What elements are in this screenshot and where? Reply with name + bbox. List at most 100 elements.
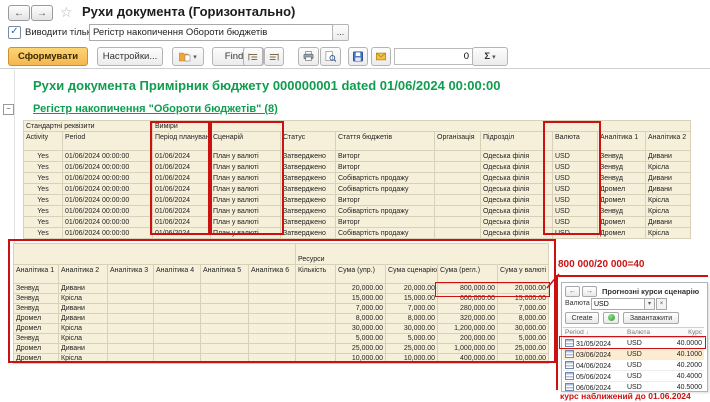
group-header-standard: Стандартні реквізити: [24, 121, 153, 132]
table-cell: 40.2000: [663, 360, 704, 371]
forward-button[interactable]: →: [582, 286, 597, 297]
currency-input[interactable]: [591, 298, 647, 310]
table-cell: 25,000.00: [386, 344, 438, 354]
table-cell: Одеська філія: [481, 151, 553, 162]
refresh-button[interactable]: [603, 312, 619, 324]
table-cell: Дромел: [598, 228, 646, 239]
preview-icon[interactable]: [320, 47, 341, 66]
generate-button[interactable]: Сформувати: [8, 47, 88, 66]
table-cell: 40.0000: [663, 338, 704, 349]
res-col-analytics-2: Аналітика 2: [59, 265, 108, 284]
collapse-groups-icon[interactable]: [243, 47, 263, 66]
back-button[interactable]: ←: [565, 286, 580, 297]
save-icon[interactable]: [348, 47, 368, 66]
table-row[interactable]: ЗенвудДивани20,000.0020,000.00800,000.00…: [14, 284, 549, 294]
table-row[interactable]: ДромелДивани25,000.0025,000.001,000,000.…: [14, 344, 549, 354]
back-button[interactable]: ←: [8, 5, 30, 21]
table-row[interactable]: 03/06/2024USD40.1000: [563, 349, 704, 360]
show-only-checkbox[interactable]: ✓: [8, 26, 21, 39]
table-cell: Затверджено: [281, 173, 336, 184]
table-cell: Виторг: [336, 195, 435, 206]
table-cell: 10,000.00: [386, 354, 438, 364]
col-department: Підрозділ: [481, 132, 553, 151]
register-link[interactable]: Регістр накопичення "Обороти бюджетів" (…: [33, 103, 278, 115]
filter-more-button[interactable]: ...: [332, 24, 349, 41]
table-cell: План у валюті: [211, 206, 281, 217]
group-header-resources: Ресурси: [296, 244, 549, 265]
rates-col-rate[interactable]: Курс: [663, 328, 704, 338]
table-cell: USD: [625, 360, 663, 371]
register-rows: Yes01/06/2024 00:00:0001/06/2024План у в…: [24, 151, 691, 239]
table-cell: Собівартість продажу: [336, 228, 435, 239]
table-row[interactable]: ДромелДивани8,000.008,000.00320,000.008,…: [14, 314, 549, 324]
window-title: Рухи документа (Горизонтально): [82, 4, 295, 19]
settings-button[interactable]: Настройки...: [97, 47, 163, 66]
table-row[interactable]: ЗенвудДивани7,000.007,000.00280,000.007,…: [14, 304, 549, 314]
rates-rows: 31/05/2024USD40.000003/06/2024USD40.1000…: [563, 338, 704, 393]
resources-table: Ресурси Аналітика 1 Аналітика 2 Аналітик…: [13, 243, 549, 364]
table-cell: 01/06/2024 00:00:00: [63, 217, 153, 228]
load-button[interactable]: Завантажити: [623, 312, 679, 324]
table-cell: 7,000.00: [498, 304, 549, 314]
table-row[interactable]: ДромелКрісла10,000.0010,000.00400,000.00…: [14, 354, 549, 364]
table-cell: Дивани: [646, 184, 691, 195]
table-cell: Зенвуд: [598, 173, 646, 184]
table-row[interactable]: ЗенвудКрісла5,000.005,000.00200,000.005,…: [14, 334, 549, 344]
table-row[interactable]: 31/05/2024USD40.0000: [563, 338, 704, 349]
table-row[interactable]: ДромелКрісла30,000.0030,000.001,200,000.…: [14, 324, 549, 334]
table-cell: Зенвуд: [598, 206, 646, 217]
table-row[interactable]: ЗенвудКрісла15,000.0015,000.00600,000.00…: [14, 294, 549, 304]
table-cell: [435, 173, 481, 184]
report-variants-button[interactable]: ▾: [172, 47, 204, 66]
forward-button[interactable]: →: [31, 5, 53, 21]
currency-choose-icon[interactable]: ▾: [644, 298, 655, 310]
create-button[interactable]: Create: [565, 312, 599, 324]
table-cell: 01/06/2024: [153, 173, 211, 184]
table-cell: [249, 304, 296, 314]
table-row[interactable]: Yes01/06/2024 00:00:0001/06/2024План у в…: [24, 206, 691, 217]
table-row[interactable]: Yes01/06/2024 00:00:0001/06/2024План у в…: [24, 217, 691, 228]
table-cell: Одеська філія: [481, 173, 553, 184]
counter-field[interactable]: [394, 48, 474, 65]
expand-groups-icon[interactable]: [264, 47, 284, 66]
table-cell: 7,000.00: [386, 304, 438, 314]
table-cell: USD: [625, 371, 663, 382]
table-cell: Дромел: [14, 344, 59, 354]
table-row[interactable]: Yes01/06/2024 00:00:0001/06/2024План у в…: [24, 151, 691, 162]
currency-clear-icon[interactable]: ×: [656, 298, 667, 310]
table-row[interactable]: Yes01/06/2024 00:00:0001/06/2024План у в…: [24, 228, 691, 239]
table-cell: USD: [553, 151, 598, 162]
table-cell: Yes: [24, 195, 63, 206]
table-row[interactable]: Yes01/06/2024 00:00:0001/06/2024План у в…: [24, 173, 691, 184]
table-row[interactable]: 04/06/2024USD40.2000: [563, 360, 704, 371]
rates-col-currency[interactable]: Валюта: [625, 328, 663, 338]
table-cell: 01/06/2024 00:00:00: [63, 195, 153, 206]
table-cell: Крісла: [646, 228, 691, 239]
toolbar-separator: [0, 68, 710, 69]
table-row[interactable]: Yes01/06/2024 00:00:0001/06/2024План у в…: [24, 162, 691, 173]
sum-button[interactable]: Σ ▾: [472, 47, 508, 66]
table-cell: 04/06/2024: [563, 360, 625, 371]
table-cell: Дромел: [14, 314, 59, 324]
table-cell: USD: [553, 173, 598, 184]
table-cell: 5,000.00: [498, 334, 549, 344]
annotation-line-horizontal: [556, 275, 708, 277]
table-cell: Крісла: [59, 294, 108, 304]
mail-icon[interactable]: [371, 47, 391, 66]
print-icon[interactable]: [298, 47, 319, 66]
table-cell: План у валюті: [211, 173, 281, 184]
table-cell: [435, 228, 481, 239]
res-col-sum-mgmt: Сума (упр.): [336, 265, 386, 284]
table-row[interactable]: Yes01/06/2024 00:00:0001/06/2024План у в…: [24, 184, 691, 195]
table-row[interactable]: 06/06/2024USD40.5000: [563, 382, 704, 393]
table-cell: Собівартість продажу: [336, 184, 435, 195]
table-cell: USD: [553, 195, 598, 206]
favorite-star-icon[interactable]: ☆: [60, 4, 73, 21]
collapse-group-icon[interactable]: −: [3, 104, 14, 115]
res-col-sum-currency: Сума у валюті: [498, 265, 549, 284]
register-filter-input[interactable]: [89, 24, 333, 41]
rates-col-period[interactable]: Period↓: [563, 328, 625, 338]
table-row[interactable]: 05/06/2024USD40.4000: [563, 371, 704, 382]
record-icon: [565, 372, 574, 380]
table-row[interactable]: Yes01/06/2024 00:00:0001/06/2024План у в…: [24, 195, 691, 206]
